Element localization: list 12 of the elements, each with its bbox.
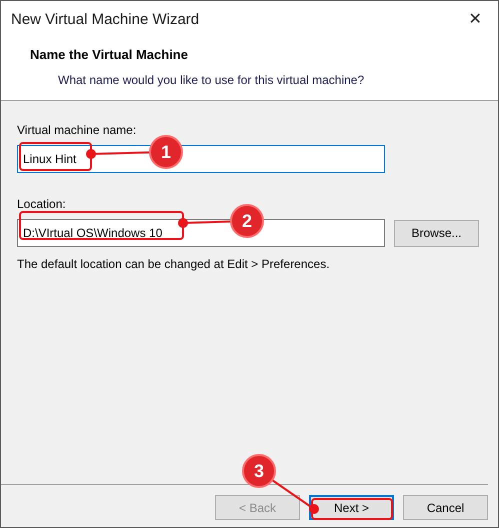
- page-description: What name would you like to use for this virtual machine?: [57, 72, 366, 88]
- field-label: Virtual machine name:: [17, 122, 138, 139]
- callout-number: 1: [149, 135, 183, 169]
- cancel-button[interactable]: Cancel: [403, 495, 488, 520]
- close-button[interactable]: ✕: [452, 1, 498, 39]
- page-heading: Name the Virtual Machine: [30, 46, 189, 64]
- callout-number: 3: [242, 454, 276, 488]
- browse-button[interactable]: Browse...: [394, 220, 479, 246]
- location-hint: The default location can be changed at Edit > Preferences.: [16, 256, 331, 273]
- callout-number: 2: [230, 204, 264, 238]
- window-title: New Virtual Machine Wizard: [11, 10, 200, 30]
- field-label: Location:: [17, 196, 67, 213]
